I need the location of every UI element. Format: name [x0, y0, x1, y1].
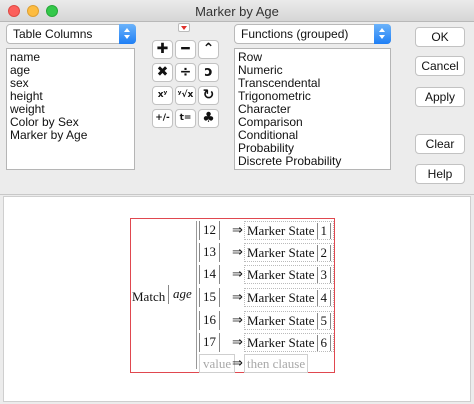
case-condition[interactable]: 15 [199, 288, 220, 307]
case-condition[interactable]: 13 [199, 243, 220, 262]
result-function: Marker State [247, 223, 315, 238]
title-bar: Marker by Age [0, 0, 474, 22]
result-argument[interactable]: 5 [316, 313, 332, 329]
chevron-updown-icon [119, 24, 136, 44]
implies-arrow: ⇒ [232, 266, 243, 281]
caret-up-icon[interactable]: ⌃ [198, 40, 219, 59]
functions-select-value: Functions (grouped) [241, 27, 349, 41]
case-brace [196, 221, 198, 369]
multiply-icon[interactable]: ✖ [152, 63, 173, 82]
list-item[interactable]: Marker by Age [10, 129, 131, 142]
result-argument[interactable]: 2 [316, 245, 332, 261]
plus-minus-icon[interactable]: +/- [152, 109, 173, 128]
placeholder-condition[interactable]: value [199, 354, 236, 373]
formula-menu-button[interactable] [178, 23, 190, 32]
result-argument[interactable]: 4 [316, 290, 332, 306]
result-function: Marker State [247, 267, 315, 282]
divider [0, 194, 474, 195]
assign-icon[interactable]: t= [175, 109, 196, 128]
implies-arrow: ⇒ [232, 355, 243, 370]
columns-select[interactable]: Table Columns [6, 24, 136, 44]
placeholder-result[interactable]: then clause [244, 354, 309, 373]
plus-icon[interactable]: ✚ [152, 40, 173, 59]
case-condition[interactable]: 14 [199, 265, 220, 284]
cancel-button[interactable]: Cancel [415, 56, 465, 76]
clear-button[interactable]: Clear [415, 134, 465, 154]
function-name[interactable]: Match [132, 289, 165, 305]
result-argument[interactable]: 6 [316, 335, 332, 351]
peel-icon[interactable]: ♣ [198, 109, 219, 128]
power-icon[interactable]: xʸ [152, 86, 173, 105]
result-function: Marker State [247, 313, 315, 328]
case-condition[interactable]: 17 [199, 333, 220, 352]
case-result[interactable]: Marker State 2 [244, 243, 335, 262]
columns-list[interactable]: name age sex height weight Color by Sex … [6, 48, 135, 170]
result-function: Marker State [247, 245, 315, 260]
result-function: Marker State [247, 290, 315, 305]
columns-select-value: Table Columns [13, 27, 93, 41]
result-function: Marker State [247, 335, 315, 350]
help-button[interactable]: Help [415, 164, 465, 184]
case-condition[interactable]: 16 [199, 311, 220, 330]
minus-icon[interactable]: ━ [175, 40, 196, 59]
swap-icon[interactable]: ↻ [198, 86, 219, 105]
root-icon[interactable]: ʸ√x [175, 86, 196, 105]
implies-arrow: ⇒ [232, 222, 243, 237]
result-argument[interactable]: 3 [316, 267, 332, 283]
case-condition[interactable]: 12 [199, 221, 220, 240]
apply-button[interactable]: Apply [415, 87, 465, 107]
implies-arrow: ⇒ [232, 312, 243, 327]
list-item[interactable]: Discrete Probability [238, 155, 387, 168]
divide-icon[interactable]: ÷ [175, 63, 196, 82]
window-title: Marker by Age [195, 4, 279, 19]
implies-arrow: ⇒ [232, 289, 243, 304]
case-result[interactable]: Marker State 5 [244, 311, 335, 330]
match-argument[interactable]: age [168, 285, 197, 304]
case-result[interactable]: Marker State 6 [244, 333, 335, 352]
implies-arrow: ⇒ [232, 244, 243, 259]
functions-list[interactable]: Row Numeric Transcendental Trigonometric… [234, 48, 391, 170]
case-result[interactable]: Marker State 1 [244, 221, 335, 240]
functions-select[interactable]: Functions (grouped) [234, 24, 391, 44]
formula-expression[interactable]: Match age 12 ⇒ Marker State 1 13 ⇒ Marker… [130, 218, 335, 373]
result-argument[interactable]: 1 [316, 223, 332, 239]
chevron-updown-icon [374, 24, 391, 44]
delete-icon[interactable]: ↄ [198, 63, 219, 82]
implies-arrow: ⇒ [232, 334, 243, 349]
case-result[interactable]: Marker State 4 [244, 288, 335, 307]
case-result[interactable]: Marker State 3 [244, 265, 335, 284]
ok-button[interactable]: OK [415, 27, 465, 47]
